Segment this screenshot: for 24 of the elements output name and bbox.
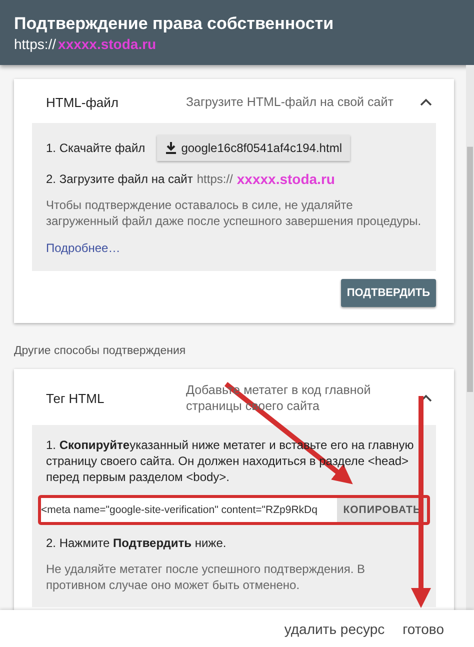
note-text: Не удаляйте метатег после успешного подтверждения. В противном случае оно может быть отменено. [46, 561, 366, 593]
meta-tag-field[interactable]: <meta name="google-site-verification" content="RZp9RkDq КОПИРОВАТЬ [38, 495, 430, 525]
download-icon [165, 142, 178, 154]
download-button[interactable]: google16c8f0541af4c194.html [157, 135, 350, 161]
scrollbar[interactable] [466, 65, 474, 610]
confirm-button[interactable]: ПОДТВЕРДИТЬ [340, 279, 436, 307]
url-prefix: https:// [14, 36, 56, 52]
site-domain: xxxxx.stoda.ru [58, 36, 156, 52]
url-prefix: https:// [196, 171, 233, 187]
done-button[interactable]: готово [402, 620, 444, 636]
chevron-up-icon[interactable] [420, 98, 432, 106]
section-heading: Другие способы подтверждения [14, 345, 187, 357]
step-label: 2. Загрузите файл на сайт [46, 171, 193, 187]
method-title: Тег HTML [46, 390, 106, 406]
page-title: Подтверждение права собственности [14, 14, 335, 34]
step-label: 1. Скачайте файл [46, 140, 146, 156]
more-link[interactable]: Подробнее… [46, 241, 120, 255]
site-domain: xxxxx.stoda.ru [236, 171, 335, 187]
remove-resource-button[interactable]: удалить ресурс [284, 620, 385, 636]
method-description: Загрузите HTML-файл на свой сайт [186, 94, 394, 110]
step-text: 2. Нажмите Подтвердить ниже. [46, 535, 228, 551]
note-text: Чтобы подтверждение оставалось в силе, не удаляйте загруженный файл даже после успешного завершения процедуры. [46, 197, 422, 229]
method-title: HTML-файл [46, 94, 120, 110]
copy-button[interactable]: КОПИРОВАТЬ [337, 498, 427, 522]
